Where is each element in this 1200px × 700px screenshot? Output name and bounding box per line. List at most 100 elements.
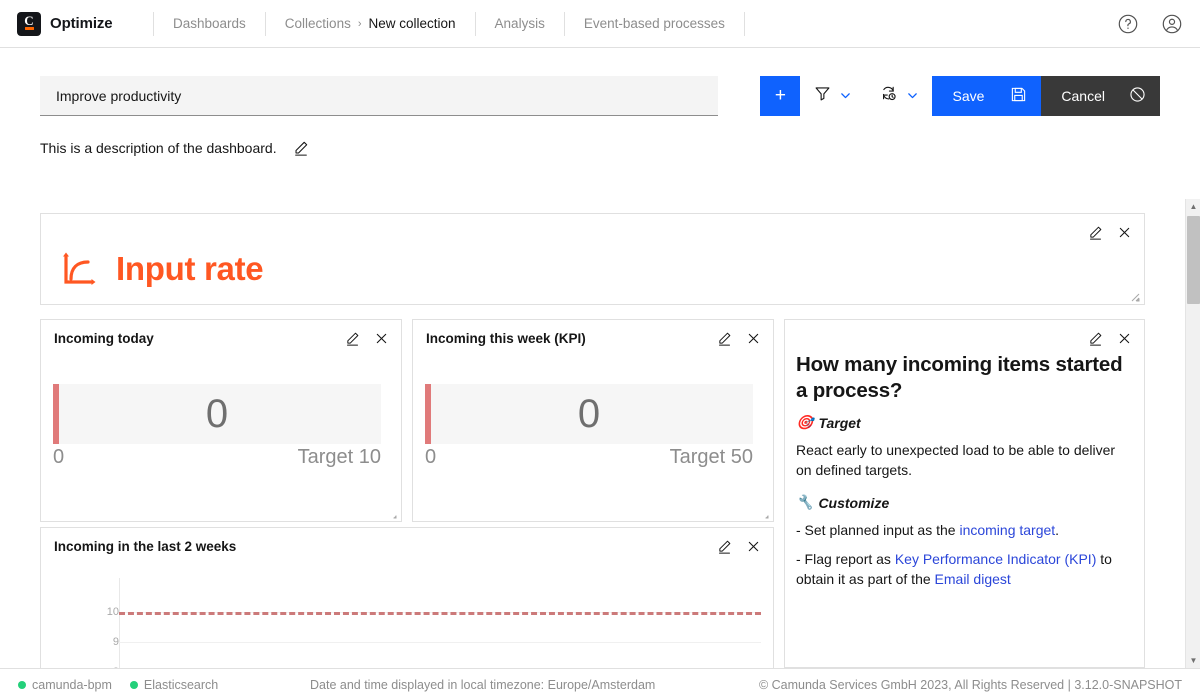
connection-label: camunda-bpm bbox=[32, 678, 112, 692]
add-tile-button[interactable]: + bbox=[760, 76, 800, 116]
incoming-target-link[interactable]: incoming target bbox=[959, 522, 1055, 538]
nav-item-new-collection[interactable]: New collection bbox=[369, 16, 456, 31]
customize-bullet-2: - Flag report as Key Performance Indicat… bbox=[796, 549, 1124, 589]
gauge-progress-indicator bbox=[53, 384, 59, 444]
copyright-text: © Camunda Services GmbH 2023, All Rights… bbox=[759, 678, 1200, 692]
bullet-1-post: . bbox=[1055, 522, 1059, 538]
bullet-2-pre: - Flag report as bbox=[796, 551, 895, 567]
chart-y-tick: 10 bbox=[107, 606, 119, 618]
tile-incoming-this-week[interactable]: Incoming this week (KPI) bbox=[412, 319, 774, 522]
close-icon[interactable] bbox=[1117, 331, 1132, 346]
kpi-gauge: 0 0 Target 50 bbox=[413, 346, 773, 469]
nav-item-analysis[interactable]: Analysis bbox=[476, 0, 564, 48]
help-circle-icon[interactable] bbox=[1117, 13, 1139, 35]
scrollbar-thumb[interactable] bbox=[1187, 216, 1200, 304]
gauge-value: 0 bbox=[578, 392, 600, 437]
dashboard-description-row: This is a description of the dashboard. bbox=[40, 140, 309, 156]
page-scrollbar[interactable]: ▲ ▼ bbox=[1185, 199, 1200, 668]
target-body-text: React early to unexpected load to be abl… bbox=[796, 440, 1124, 480]
tile-incoming-last-2-weeks[interactable]: Incoming in the last 2 weeks bbox=[40, 527, 774, 668]
tile-resize-handle[interactable] bbox=[1128, 289, 1140, 301]
pencil-icon[interactable] bbox=[717, 539, 732, 554]
pencil-icon[interactable] bbox=[1088, 331, 1103, 346]
connection-label: Elasticsearch bbox=[144, 678, 218, 692]
tile-controls bbox=[717, 331, 761, 346]
email-digest-link[interactable]: Email digest bbox=[935, 571, 1011, 587]
chart-gridline bbox=[119, 642, 761, 643]
gauge-min-label: 0 bbox=[53, 446, 64, 469]
close-icon[interactable] bbox=[1117, 225, 1132, 240]
line-chart: 10 9 8 bbox=[41, 554, 773, 668]
logo-accent-bar bbox=[25, 27, 34, 30]
chart-y-axis bbox=[119, 578, 120, 668]
chart-axis-icon bbox=[59, 249, 99, 289]
tile-incoming-today[interactable]: Incoming today bbox=[40, 319, 402, 522]
breadcrumb-separator-icon: › bbox=[358, 18, 362, 30]
tile-controls bbox=[717, 539, 761, 554]
save-button-label: Save bbox=[952, 88, 984, 104]
user-avatar-icon[interactable] bbox=[1161, 13, 1183, 35]
status-dot-icon bbox=[130, 681, 138, 689]
gauge-track: 0 bbox=[53, 384, 381, 444]
chevron-down-icon bbox=[906, 89, 919, 104]
input-rate-content: Input rate bbox=[41, 240, 1144, 289]
gauge-legend: 0 Target 10 bbox=[53, 444, 381, 469]
filter-dropdown-button[interactable] bbox=[800, 76, 865, 116]
camunda-logo-icon: C bbox=[17, 12, 41, 36]
chart-target-line bbox=[119, 612, 761, 615]
nav-item-collections[interactable]: Collections bbox=[285, 16, 351, 31]
gauge-min-label: 0 bbox=[425, 446, 436, 469]
tile-header: Incoming today bbox=[41, 320, 401, 346]
close-icon[interactable] bbox=[746, 539, 761, 554]
prohibited-icon bbox=[1129, 86, 1146, 106]
tile-resize-handle[interactable] bbox=[385, 506, 397, 518]
save-button[interactable]: Save bbox=[932, 76, 1041, 116]
dashboard-toolbar: Improve productivity + bbox=[0, 48, 1200, 126]
gauge-progress-indicator bbox=[425, 384, 431, 444]
nav-item-event-based-processes[interactable]: Event-based processes bbox=[565, 0, 744, 48]
kpi-link[interactable]: Key Performance Indicator (KPI) bbox=[895, 551, 1097, 567]
close-icon[interactable] bbox=[746, 331, 761, 346]
connection-status-group: camunda-bpm Elasticsearch bbox=[0, 678, 310, 692]
auto-refresh-icon bbox=[879, 84, 898, 108]
nav-item-dashboards[interactable]: Dashboards bbox=[154, 0, 265, 48]
tile-controls bbox=[1088, 331, 1132, 346]
pencil-icon[interactable] bbox=[717, 331, 732, 346]
scroll-down-arrow-icon[interactable]: ▼ bbox=[1186, 653, 1200, 668]
scroll-up-arrow-icon[interactable]: ▲ bbox=[1186, 199, 1200, 214]
gauge-value: 0 bbox=[206, 392, 228, 437]
tile-title: Incoming today bbox=[54, 331, 154, 346]
pencil-icon[interactable] bbox=[293, 140, 309, 156]
tile-header bbox=[785, 320, 1144, 346]
customize-bullet-1: - Set planned input as the incoming targ… bbox=[796, 520, 1124, 540]
timezone-text: Date and time displayed in local timezon… bbox=[310, 678, 759, 692]
chevron-down-icon bbox=[839, 89, 852, 104]
auto-refresh-dropdown-button[interactable] bbox=[865, 76, 932, 116]
tile-header bbox=[41, 214, 1144, 240]
target-heading-label: Target bbox=[818, 415, 860, 431]
close-icon[interactable] bbox=[374, 331, 389, 346]
tile-title: Incoming this week (KPI) bbox=[426, 331, 586, 346]
status-dot-icon bbox=[18, 681, 26, 689]
tile-header: Incoming this week (KPI) bbox=[413, 320, 773, 346]
tile-resize-handle[interactable] bbox=[757, 506, 769, 518]
brand-name: Optimize bbox=[50, 15, 113, 32]
dashboard-title-input[interactable]: Improve productivity bbox=[40, 76, 718, 116]
tile-input-rate[interactable]: Input rate bbox=[40, 213, 1145, 305]
target-section-heading: 🎯 Target bbox=[796, 414, 1124, 431]
app-footer: camunda-bpm Elasticsearch Date and time … bbox=[0, 668, 1200, 700]
pencil-icon[interactable] bbox=[1088, 225, 1103, 240]
kpi-gauge: 0 0 Target 10 bbox=[41, 346, 401, 469]
tile-header: Incoming in the last 2 weeks bbox=[41, 528, 773, 554]
wrench-emoji-icon: 🔧 bbox=[796, 494, 813, 511]
gauge-target-label: Target 10 bbox=[298, 446, 381, 469]
pencil-icon[interactable] bbox=[345, 331, 360, 346]
dashboard-description: This is a description of the dashboard. bbox=[40, 140, 277, 156]
tile-text-report[interactable]: How many incoming items started a proces… bbox=[784, 319, 1145, 668]
brand[interactable]: C Optimize bbox=[0, 12, 153, 36]
customize-section-heading: 🔧 Customize bbox=[796, 494, 1124, 511]
cancel-button[interactable]: Cancel bbox=[1041, 76, 1160, 116]
bullet-1-pre: - Set planned input as the bbox=[796, 522, 959, 538]
customize-heading-label: Customize bbox=[818, 495, 889, 511]
dashboard-grid: Input rate Incoming today bbox=[0, 205, 1186, 668]
